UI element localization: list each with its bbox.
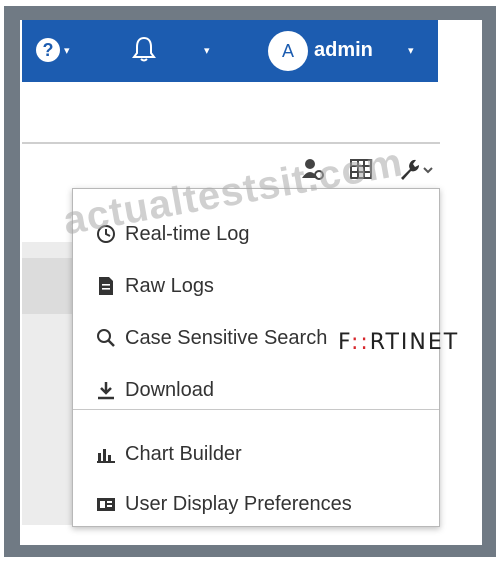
- menu-item-chart-builder[interactable]: Chart Builder: [95, 437, 242, 471]
- brand-prefix: F: [338, 330, 351, 355]
- menu-item-user-display-preferences[interactable]: User Display Preferences: [95, 487, 352, 521]
- brand-suffix: RTINET: [369, 330, 460, 355]
- menu-item-label: Chart Builder: [125, 442, 242, 465]
- menu-item-raw-logs[interactable]: Raw Logs: [95, 269, 214, 303]
- avatar[interactable]: A: [268, 31, 308, 71]
- user-menu-caret-icon[interactable]: ▾: [408, 44, 414, 57]
- brand-accent: ::: [350, 330, 370, 355]
- chart-icon: [97, 449, 115, 463]
- display-preferences-icon: [97, 498, 115, 511]
- notifications-caret-icon[interactable]: ▾: [204, 44, 210, 57]
- help-icon[interactable]: ?: [36, 38, 60, 62]
- download-icon: [98, 382, 114, 400]
- help-caret-icon[interactable]: ▾: [64, 44, 70, 57]
- menu-item-label: Raw Logs: [125, 274, 214, 297]
- brand-logo: F::RTINET: [338, 330, 459, 355]
- username-label[interactable]: admin: [314, 39, 373, 62]
- document-icon: [99, 277, 113, 295]
- top-navbar: ? ▾ ▾ A admin ▾: [22, 20, 438, 82]
- search-case-icon: [97, 329, 115, 347]
- menu-item-download[interactable]: Download: [95, 373, 214, 407]
- menu-item-label: User Display Preferences: [125, 492, 352, 515]
- bell-icon[interactable]: [130, 34, 158, 64]
- menu-item-case-sensitive-search[interactable]: Case Sensitive Search: [95, 321, 327, 355]
- menu-separator: [73, 409, 439, 410]
- tools-dropdown-menu: Real-time Log Raw Logs Case Sensitive Se…: [72, 188, 440, 527]
- menu-item-label: Case Sensitive Search: [125, 326, 328, 349]
- menu-item-label: Download: [125, 378, 214, 401]
